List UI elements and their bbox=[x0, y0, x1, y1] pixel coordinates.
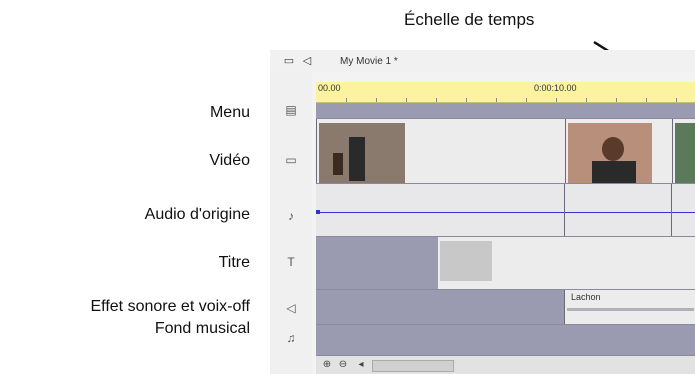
label-audio-origin: Audio d'origine bbox=[144, 206, 250, 223]
menu-track[interactable] bbox=[316, 103, 695, 119]
zoom-in-icon[interactable]: ⊕ bbox=[320, 358, 334, 372]
video-track[interactable] bbox=[316, 119, 695, 184]
audio-volume-handle[interactable] bbox=[316, 210, 320, 214]
label-sound-effect: Effet sonore et voix-off bbox=[90, 298, 251, 315]
sound-effect-track[interactable]: Lachon bbox=[316, 290, 695, 325]
zoom-out-icon[interactable]: ⊖ bbox=[336, 358, 350, 372]
video-thumbnail bbox=[568, 123, 652, 183]
project-title: My Movie 1 * bbox=[340, 56, 398, 67]
title-track[interactable] bbox=[316, 237, 695, 290]
title-track-icon[interactable]: T bbox=[282, 254, 300, 270]
label-background-music: Fond musical bbox=[154, 320, 250, 337]
music-track-icon[interactable]: ♫ bbox=[282, 330, 300, 346]
scroll-left-icon[interactable]: ◂ bbox=[354, 358, 368, 372]
video-clip[interactable] bbox=[672, 119, 695, 183]
music-track[interactable] bbox=[316, 325, 695, 356]
label-title: Titre bbox=[218, 254, 250, 271]
video-clip[interactable] bbox=[565, 119, 673, 183]
timeline-toolbar: ▭ ◁ My Movie 1 * bbox=[270, 50, 695, 72]
audio-origin-icon[interactable]: ♪ bbox=[282, 208, 300, 224]
scroll-thumb[interactable] bbox=[372, 360, 454, 372]
video-thumbnail bbox=[675, 123, 695, 183]
track-icon-sidebar: ▤ ▭ ♪ T ◁ ♫ bbox=[270, 72, 312, 374]
time-ruler[interactable]: 00.00 0:00:10.00 bbox=[316, 82, 695, 103]
ruler-mark: 0:00:10.00 bbox=[534, 83, 577, 93]
video-track-icon[interactable]: ▭ bbox=[282, 152, 300, 168]
sound-effect-icon[interactable]: ◁ bbox=[282, 300, 300, 316]
label-menu: Menu bbox=[209, 104, 250, 121]
title-thumbnail bbox=[440, 241, 492, 281]
zoom-scroll-bar: ⊕ ⊖ ◂ bbox=[316, 356, 695, 374]
annotation-timescale: Échelle de temps bbox=[404, 10, 535, 29]
title-clip[interactable] bbox=[438, 237, 695, 289]
audio-volume-line[interactable] bbox=[316, 212, 695, 213]
sound-clip-label: Lachon bbox=[571, 292, 601, 302]
video-clip[interactable] bbox=[316, 119, 566, 183]
sound-effect-clip[interactable]: Lachon bbox=[564, 290, 695, 324]
video-thumbnail bbox=[319, 123, 405, 183]
label-video: Vidéo bbox=[209, 152, 250, 169]
menu-track-icon[interactable]: ▤ bbox=[282, 102, 300, 118]
ruler-start: 00.00 bbox=[318, 83, 341, 93]
timeline-view-icon[interactable]: ▭ bbox=[282, 55, 296, 67]
audio-view-icon[interactable]: ◁ bbox=[300, 55, 314, 67]
audio-origin-track[interactable] bbox=[316, 184, 695, 237]
timeline-window: ▭ ◁ My Movie 1 * ▤ ▭ ♪ T ◁ ♫ 00.00 0:00:… bbox=[270, 50, 695, 374]
